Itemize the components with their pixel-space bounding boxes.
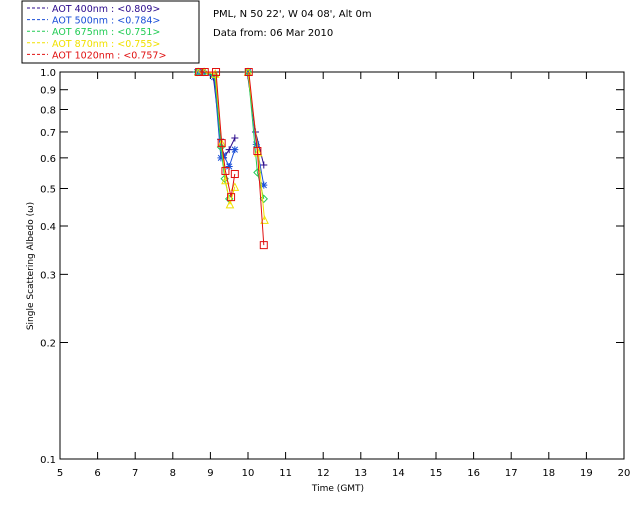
x-tick-label: 8 [170, 468, 176, 479]
x-tick-label: 5 [57, 468, 63, 479]
legend-entry: AOT 500nm : <0.784> [52, 16, 160, 27]
x-axis: 5 6 7 8 9 10 11 12 13 14 15 16 17 18 19 20 [57, 72, 631, 479]
x-tick-label: 13 [354, 468, 367, 479]
x-axis-title: Time (GMT) [311, 484, 364, 494]
x-tick-label: 7 [132, 468, 138, 479]
y-tick-label: 0.5 [40, 184, 56, 195]
x-tick-label: 16 [467, 468, 480, 479]
y-tick-label: 0.4 [40, 222, 56, 233]
series-layer [192, 67, 269, 250]
y-tick-label: 0.7 [40, 128, 56, 139]
y-axis-title: Single Scattering Albedo (ω) [26, 202, 36, 330]
legend-entry: AOT 1020nm : <0.757> [52, 50, 166, 61]
legend-entry: AOT 870nm : <0.755> [52, 39, 160, 50]
y-tick-label: 0.2 [40, 339, 56, 350]
site-info-text: PML, N 50 22', W 04 08', Alt 0m [213, 9, 372, 20]
y-tick-label: 0.3 [40, 270, 56, 281]
x-tick-label: 15 [430, 468, 443, 479]
y-tick-label: 0.8 [40, 106, 56, 117]
data-point-plus [260, 161, 268, 169]
data-point-plus [231, 134, 239, 142]
y-tick-label: 0.1 [40, 455, 56, 466]
y-tick-label: 0.9 [40, 86, 56, 97]
legend-entry: AOT 400nm : <0.809> [52, 4, 160, 15]
x-tick-label: 6 [94, 468, 100, 479]
x-tick-label: 14 [392, 468, 405, 479]
legend-entry: AOT 675nm : <0.751> [52, 27, 160, 38]
x-tick-label: 12 [317, 468, 330, 479]
chart-canvas: AOT 400nm : <0.809>AOT 500nm : <0.784>AO… [21, 0, 631, 494]
x-tick-label: 17 [505, 468, 518, 479]
x-tick-label: 18 [542, 468, 555, 479]
data-point-asterisk [231, 146, 239, 154]
x-tick-label: 20 [618, 468, 631, 479]
date-info-text: Data from: 06 Mar 2010 [213, 28, 333, 39]
x-tick-label: 11 [279, 468, 292, 479]
series-line [198, 71, 236, 205]
x-tick-label: 9 [207, 468, 213, 479]
x-tick-label: 19 [580, 468, 593, 479]
plot-frame [59, 71, 625, 460]
y-tick-label: 1.0 [40, 68, 56, 79]
y-axis: 0.1 0.2 0.3 0.4 0.5 0.6 0.7 0.8 0.9 1.0 [40, 68, 624, 466]
y-tick-label: 0.6 [40, 154, 56, 165]
x-tick-label: 10 [242, 468, 255, 479]
